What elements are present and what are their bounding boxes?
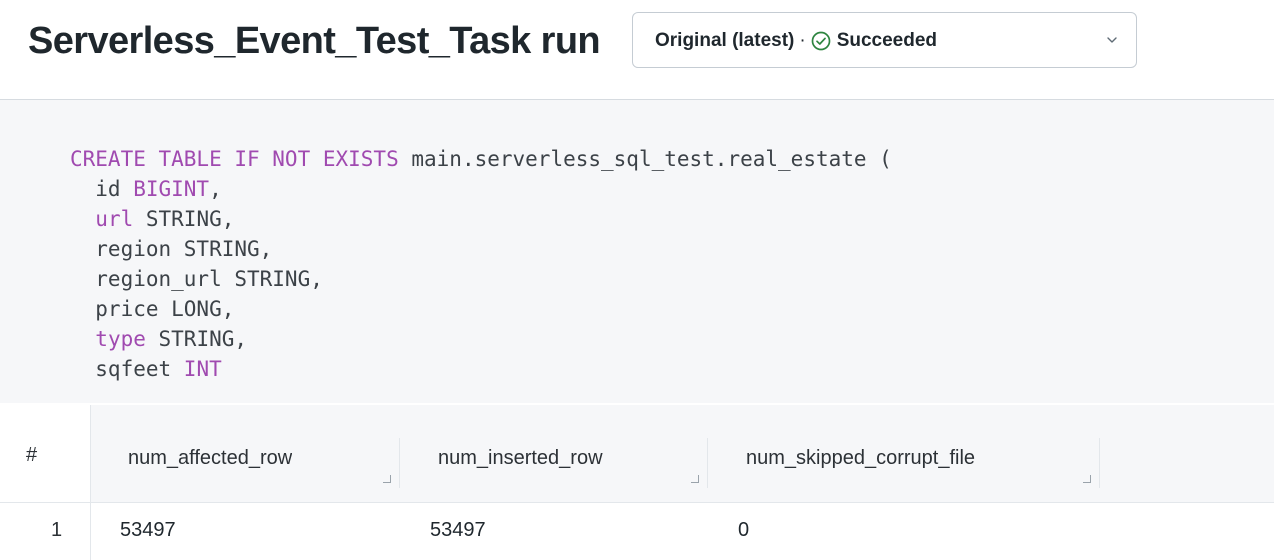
code-line: id BIGINT, (70, 174, 892, 204)
code-line: sqfeet INT (70, 354, 892, 384)
sql-keyword: CREATE TABLE IF NOT EXISTS (70, 147, 399, 171)
table-header-row: # num_affected_row num_inserted_row num_… (0, 405, 1274, 503)
index-header: # (26, 444, 38, 466)
sql-text: region_url STRING, (70, 267, 323, 291)
sql-text: price LONG, (70, 297, 235, 321)
run-version-select[interactable]: Original (latest) · Succeeded (632, 12, 1137, 68)
column-resize-handle[interactable] (691, 475, 699, 483)
code-line: region STRING, (70, 234, 892, 264)
separator-dot: · (799, 30, 806, 51)
index-header-cell: # (0, 405, 91, 502)
sql-code: CREATE TABLE IF NOT EXISTS main.serverle… (70, 144, 892, 384)
sql-text: STRING, (145, 327, 248, 351)
code-line: price LONG, (70, 294, 892, 324)
cell-num-skipped-corrupt-files[interactable]: 0 (738, 519, 749, 542)
cell-num-affected-rows[interactable]: 53497 (120, 519, 176, 542)
code-line: url STRING, (70, 204, 892, 234)
sql-text: id (70, 177, 134, 201)
code-line: type STRING, (70, 324, 892, 354)
run-header: Serverless_Event_Test_Task run Original … (0, 0, 1274, 100)
sql-text: region STRING, (70, 237, 273, 261)
sql-code-panel[interactable]: CREATE TABLE IF NOT EXISTS main.serverle… (0, 100, 1274, 403)
run-version-label: Original (latest) (655, 30, 795, 51)
column-header-label: num_affected_row (128, 447, 293, 469)
sql-text: , (209, 177, 222, 201)
results-table: # num_affected_row num_inserted_row num_… (0, 405, 1274, 560)
sql-text: main.serverless_sql_test.real_estate ( (398, 147, 892, 171)
sql-keyword: url (95, 207, 134, 231)
sql-text: STRING, (133, 207, 235, 231)
chevron-down-icon (1107, 37, 1117, 43)
page-title: Serverless_Event_Test_Task run (28, 20, 601, 62)
sql-text: sqfeet (70, 357, 184, 381)
run-select-value: Original (latest) · Succeeded (655, 30, 937, 52)
column-header-num-inserted-rows[interactable]: num_inserted_row (400, 438, 708, 488)
column-header-label: num_skipped_corrupt_file (746, 447, 976, 469)
column-resize-handle[interactable] (383, 475, 391, 483)
cell-num-inserted-rows[interactable]: 53497 (430, 519, 486, 542)
code-line: region_url STRING, (70, 264, 892, 294)
check-circle-icon (811, 31, 831, 51)
run-status-label: Succeeded (836, 30, 938, 51)
column-header-num-skipped-corrupt-files[interactable]: num_skipped_corrupt_file (708, 438, 1100, 488)
row-index-cell: 1 (0, 503, 91, 560)
code-line: CREATE TABLE IF NOT EXISTS main.serverle… (70, 144, 892, 174)
sql-keyword: INT (183, 357, 222, 381)
table-row[interactable]: 1 53497 53497 0 (0, 503, 1274, 560)
column-resize-handle[interactable] (1083, 475, 1091, 483)
column-header-label: num_inserted_row (438, 447, 603, 469)
row-index: 1 (51, 519, 63, 541)
sql-keyword: BIGINT (133, 177, 210, 201)
column-header-num-affected-rows[interactable]: num_affected_row (90, 438, 400, 488)
sql-keyword: type (95, 327, 146, 351)
